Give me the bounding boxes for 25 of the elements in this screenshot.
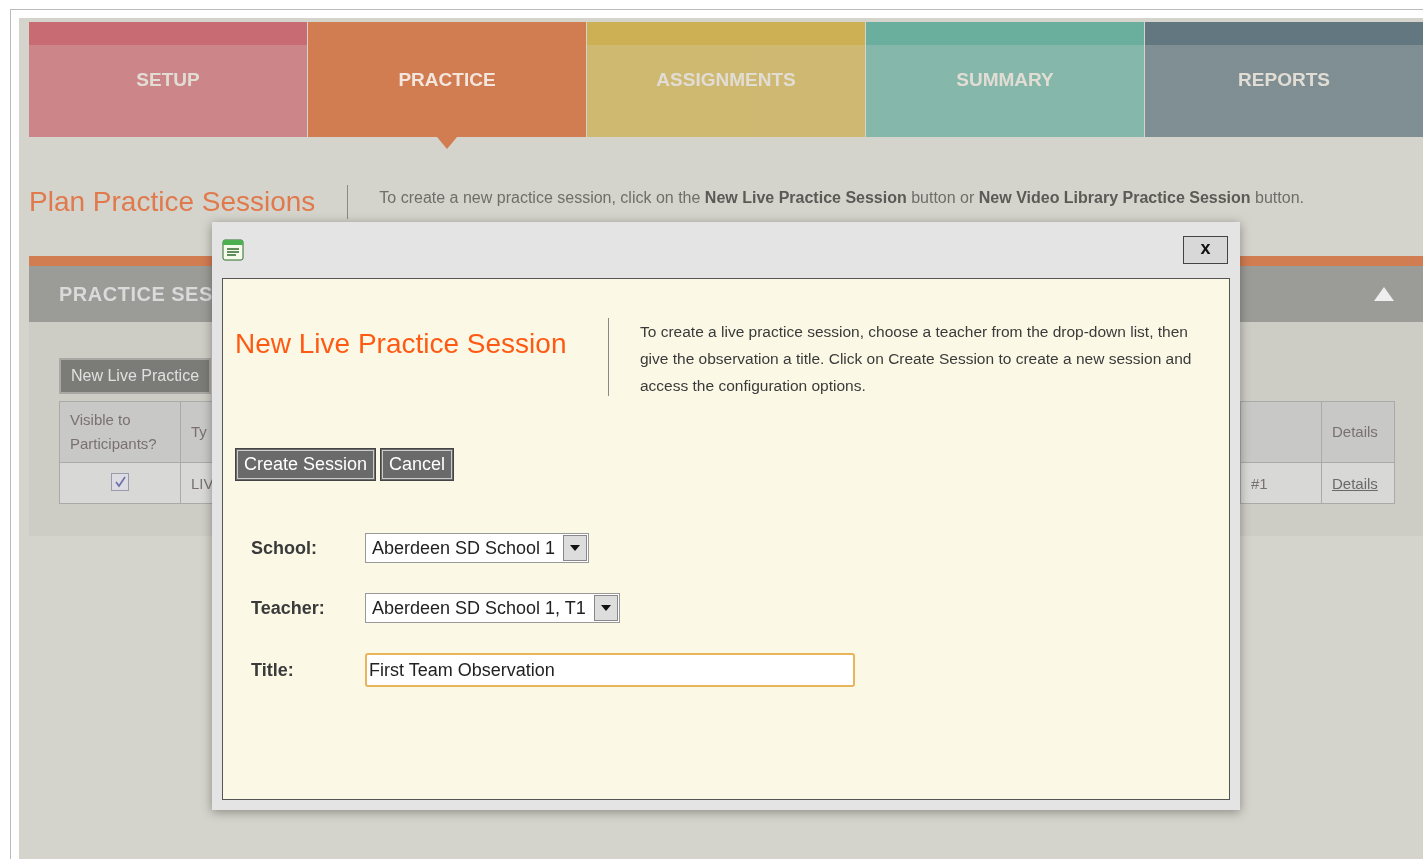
dialog-title: New Live Practice Session	[235, 328, 568, 360]
page-title: Plan Practice Sessions	[29, 186, 316, 218]
column-header: Details	[1321, 401, 1395, 463]
nav-tab[interactable]: REPORTS	[1145, 22, 1423, 137]
title-input-field[interactable]: First Team Observation	[365, 653, 855, 687]
field-label: Title:	[251, 659, 295, 681]
dropdown-value: Aberdeen SD School 1	[372, 537, 556, 559]
checkbox[interactable]	[111, 472, 129, 491]
section-title: PRACTICE SES	[59, 282, 213, 306]
instructions-text: To create a new practice session, click on the New Live Practice Session button or New Video Library Practice Session button.	[379, 189, 1304, 207]
dialog-button[interactable]: Cancel	[380, 448, 455, 481]
close-button[interactable]: x	[1183, 236, 1228, 264]
tab-pointer-icon	[437, 137, 457, 149]
dialog-description: To create a live practice session, choose a teacher from the drop-down list, then give the observation a title. Click on Create Session to create a new session and access the configuration options.	[640, 322, 1193, 396]
dropdown[interactable]: Aberdeen SD School 1, T1	[365, 593, 620, 623]
table-cell: #1	[1240, 462, 1322, 504]
dropdown[interactable]: Aberdeen SD School 1	[365, 533, 590, 563]
field-label: Teacher:	[251, 597, 326, 619]
dropdown-value: Aberdeen SD School 1, T1	[372, 597, 586, 619]
window-icon	[222, 239, 244, 261]
column-header: Visible to Participants?	[59, 401, 181, 463]
dialog-button[interactable]: Create Session	[235, 448, 377, 481]
new-session-button[interactable]: New Live Practice	[59, 358, 212, 394]
field-label: School:	[251, 537, 318, 559]
nav-tab[interactable]: SETUP	[29, 22, 307, 137]
